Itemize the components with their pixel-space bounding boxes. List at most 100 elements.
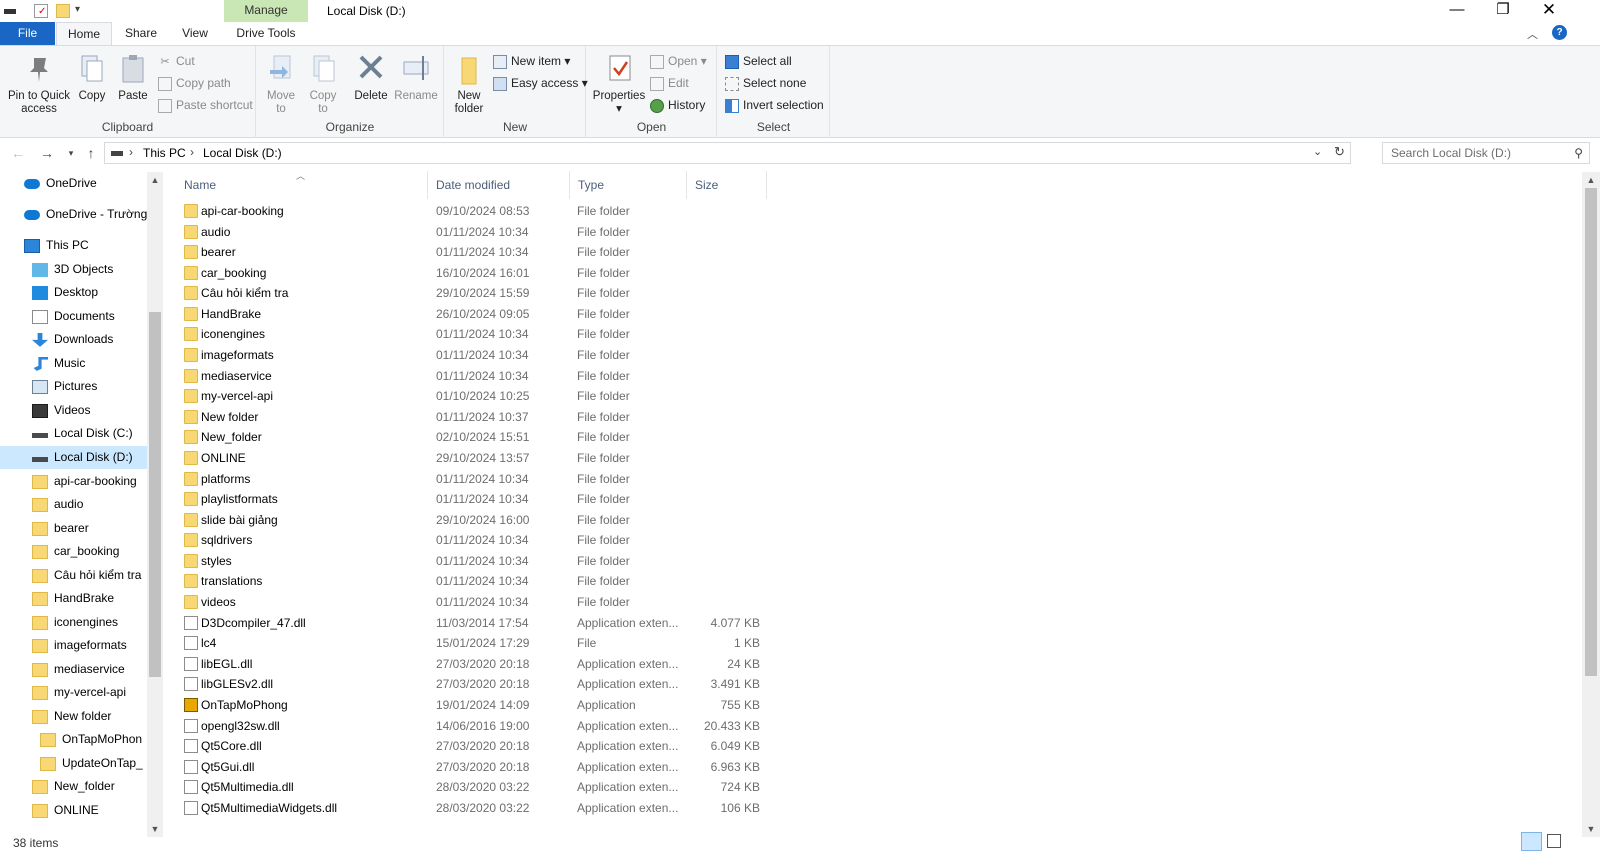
- file-row[interactable]: mediaservice 01/11/2024 10:34 File folder: [176, 366, 776, 387]
- nav-item-3d-objects[interactable]: 3D Objects: [32, 258, 113, 281]
- invert-selection-button[interactable]: Invert selection: [725, 95, 824, 115]
- file-row[interactable]: HandBrake 26/10/2024 09:05 File folder: [176, 304, 776, 325]
- file-row[interactable]: playlistformats 01/11/2024 10:34 File fold…: [176, 489, 776, 510]
- file-row[interactable]: iconengines 01/11/2024 10:34 File folder: [176, 324, 776, 345]
- file-row[interactable]: styles 01/11/2024 10:34 File folder: [176, 551, 776, 572]
- minimize-button[interactable]: —: [1434, 0, 1480, 22]
- nav-item-pictures[interactable]: Pictures: [32, 375, 97, 398]
- nav-item-my-vercel-api[interactable]: my-vercel-api: [32, 681, 126, 704]
- file-row[interactable]: translations 01/11/2024 10:34 File folder: [176, 571, 776, 592]
- large-icons-view-icon[interactable]: [1547, 834, 1561, 848]
- tab-view[interactable]: View: [172, 22, 218, 45]
- new-folder-button[interactable]: New folder: [449, 52, 489, 116]
- up-button[interactable]: ↑: [82, 143, 100, 163]
- nav-item-onedrive[interactable]: OneDrive: [24, 172, 97, 195]
- easy-access-button[interactable]: Easy access ▾: [493, 73, 588, 93]
- file-row[interactable]: OnTapMoPhong 19/01/2024 14:09 Application 7…: [176, 695, 776, 716]
- nav-item-api-car-booking[interactable]: api-car-booking: [32, 470, 137, 493]
- nav-item-handbrake[interactable]: HandBrake: [32, 587, 114, 610]
- collapse-ribbon-icon[interactable]: ︿: [1527, 26, 1538, 42]
- nav-item-bearer[interactable]: bearer: [32, 517, 89, 540]
- paste-button[interactable]: Paste: [116, 52, 150, 103]
- edit-button[interactable]: Edit: [650, 73, 689, 93]
- properties-button[interactable]: Properties ▾: [591, 52, 647, 116]
- nav-item-local-disk-d[interactable]: Local Disk (D:): [0, 446, 147, 469]
- tab-share[interactable]: Share: [117, 22, 165, 45]
- nav-item-online[interactable]: ONLINE: [32, 799, 99, 822]
- forward-button[interactable]: →: [38, 143, 56, 163]
- nav-item-imageformats[interactable]: imageformats: [32, 634, 127, 657]
- select-none-button[interactable]: Select none: [725, 73, 806, 93]
- file-row[interactable]: Qt5Multimedia.dll 28/03/2020 03:22 Applica…: [176, 777, 776, 798]
- nav-item-iconengines[interactable]: iconengines: [32, 611, 118, 634]
- new-folder-icon[interactable]: [56, 4, 70, 18]
- refresh-icon[interactable]: ↻: [1334, 144, 1345, 160]
- file-row[interactable]: videos 01/11/2024 10:34 File folder: [176, 592, 776, 613]
- file-list-scrollbar[interactable]: ▲ ▼: [1582, 172, 1600, 837]
- file-row[interactable]: Qt5Gui.dll 27/03/2020 20:18 Application ex…: [176, 757, 776, 778]
- nav-item-car-booking[interactable]: car_booking: [32, 540, 119, 563]
- file-row[interactable]: Qt5Core.dll 27/03/2020 20:18 Application e…: [176, 736, 776, 757]
- history-button[interactable]: History: [650, 95, 705, 115]
- breadcrumb-local-disk-d[interactable]: Local Disk (D:): [203, 146, 282, 160]
- nav-item-onedrive-tr-ng[interactable]: OneDrive - Trường: [24, 203, 147, 226]
- column-header-name[interactable]: Name ︿: [176, 171, 428, 199]
- pin-to-quick-access-button[interactable]: Pin to Quick access: [4, 52, 74, 116]
- search-icon[interactable]: ⚲: [1574, 143, 1583, 163]
- nav-item-new-folder[interactable]: New folder: [32, 705, 111, 728]
- file-row[interactable]: bearer 01/11/2024 10:34 File folder: [176, 242, 776, 263]
- nav-item-updateontap[interactable]: UpdateOnTap_: [40, 752, 143, 775]
- file-row[interactable]: car_booking 16/10/2024 16:01 File folder: [176, 263, 776, 284]
- breadcrumb-this-pc[interactable]: This PC: [143, 146, 186, 160]
- address-dropdown-icon[interactable]: ⌄: [1313, 145, 1322, 158]
- select-all-button[interactable]: Select all: [725, 51, 792, 71]
- copy-path-button[interactable]: Copy path: [158, 73, 231, 93]
- search-input[interactable]: Search Local Disk (D:) ⚲: [1382, 142, 1590, 164]
- scroll-down-icon[interactable]: ▼: [1582, 821, 1600, 837]
- details-view-icon[interactable]: [1521, 832, 1542, 851]
- scroll-up-icon[interactable]: ▲: [1582, 172, 1600, 188]
- nav-item-videos[interactable]: Videos: [32, 399, 90, 422]
- help-icon[interactable]: ?: [1552, 25, 1567, 40]
- recent-locations-icon[interactable]: ▾: [62, 143, 80, 163]
- file-row[interactable]: api-car-booking 09/10/2024 08:53 File fold…: [176, 201, 776, 222]
- column-header-date[interactable]: Date modified: [428, 171, 570, 199]
- move-to-button[interactable]: Move to: [263, 52, 299, 116]
- nav-item-desktop[interactable]: Desktop: [32, 281, 98, 304]
- nav-item-ontapmophon[interactable]: OnTapMoPhon: [40, 728, 142, 751]
- tab-file[interactable]: File: [0, 22, 55, 45]
- copy-to-button[interactable]: Copy to: [305, 52, 341, 116]
- file-row[interactable]: my-vercel-api 01/10/2024 10:25 File folder: [176, 386, 776, 407]
- tab-home[interactable]: Home: [56, 22, 112, 45]
- nav-item-mediaservice[interactable]: mediaservice: [32, 658, 125, 681]
- back-button[interactable]: ←: [9, 143, 27, 163]
- column-header-type[interactable]: Type: [570, 171, 687, 199]
- file-row[interactable]: audio 01/11/2024 10:34 File folder: [176, 222, 776, 243]
- file-row[interactable]: sqldrivers 01/11/2024 10:34 File folder: [176, 530, 776, 551]
- maximize-button[interactable]: ❐: [1480, 0, 1526, 22]
- file-row[interactable]: New folder 01/11/2024 10:37 File folder: [176, 407, 776, 428]
- file-row[interactable]: Qt5MultimediaWidgets.dll 28/03/2020 03:22…: [176, 798, 776, 819]
- address-bar[interactable]: › This PC › Local Disk (D:) ⌄ ↻: [104, 142, 1351, 164]
- nav-item-local-disk-c[interactable]: Local Disk (C:): [32, 422, 133, 445]
- file-row[interactable]: Câu hỏi kiểm tra 29/10/2024 15:59 File fol…: [176, 283, 776, 304]
- nav-scroll-thumb[interactable]: [149, 312, 161, 677]
- new-item-button[interactable]: New item ▾: [493, 51, 570, 71]
- nav-item-c-u-h-i-ki-m-tra[interactable]: Câu hỏi kiểm tra: [32, 564, 141, 587]
- file-row[interactable]: ONLINE 29/10/2024 13:57 File folder: [176, 448, 776, 469]
- file-row[interactable]: slide bài giảng 29/10/2024 16:00 File fold…: [176, 510, 776, 531]
- close-button[interactable]: ✕: [1526, 0, 1572, 22]
- file-row[interactable]: libGLESv2.dll 27/03/2020 20:18 Application…: [176, 674, 776, 695]
- list-scroll-thumb[interactable]: [1585, 188, 1597, 676]
- file-row[interactable]: platforms 01/11/2024 10:34 File folder: [176, 469, 776, 490]
- cut-button[interactable]: ✂ Cut: [158, 51, 194, 71]
- file-row[interactable]: New_folder 02/10/2024 15:51 File folder: [176, 427, 776, 448]
- file-row[interactable]: D3Dcompiler_47.dll 11/03/2014 17:54 Applic…: [176, 613, 776, 634]
- nav-item-music[interactable]: Music: [32, 352, 85, 375]
- scroll-up-icon[interactable]: ▲: [147, 172, 163, 188]
- column-header-size[interactable]: Size: [687, 171, 767, 199]
- file-row[interactable]: libEGL.dll 27/03/2020 20:18 Application ex…: [176, 654, 776, 675]
- nav-item-audio[interactable]: audio: [32, 493, 83, 516]
- nav-item-downloads[interactable]: Downloads: [32, 328, 113, 351]
- scroll-down-icon[interactable]: ▼: [147, 821, 163, 837]
